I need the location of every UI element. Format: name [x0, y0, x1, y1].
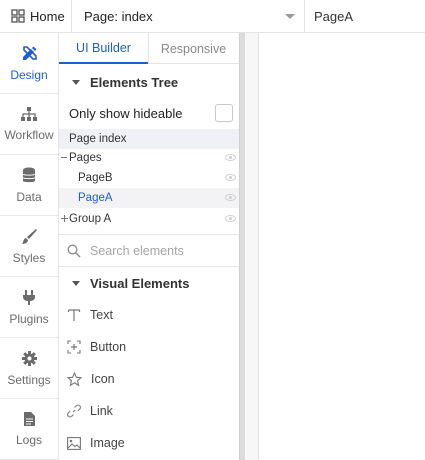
- elements-tree-header[interactable]: Elements Tree: [59, 66, 239, 98]
- element-label: Icon: [91, 372, 115, 386]
- sitemap-icon: [21, 107, 37, 121]
- tree-row-page-index[interactable]: Page index: [59, 129, 239, 149]
- page-select-value: Page: index: [84, 8, 153, 24]
- canvas-page[interactable]: [258, 33, 425, 460]
- button-icon: [67, 340, 81, 354]
- element-link[interactable]: Link: [59, 395, 239, 427]
- image-icon: [67, 436, 81, 450]
- element-label: Button: [90, 340, 127, 354]
- nav-item-label: Plugins: [9, 311, 49, 326]
- elements-tree-title: Elements Tree: [90, 74, 179, 90]
- search-elements: [59, 234, 239, 267]
- nav-item-label: Logs: [15, 433, 43, 447]
- nav-item-label: Workflow: [4, 128, 54, 142]
- tree-row-label: PageB: [78, 172, 113, 184]
- only-show-hideable-row: Only show hideable: [59, 99, 239, 127]
- home-label: Home: [30, 8, 65, 24]
- tab-ui-builder[interactable]: UI Builder: [59, 33, 148, 64]
- text-icon: [67, 309, 81, 321]
- database-icon: [22, 167, 36, 182]
- visual-elements-title: Visual Elements: [90, 275, 190, 291]
- page-select-dropdown[interactable]: Page: index: [72, 0, 305, 33]
- nav-item-workflow[interactable]: Workflow: [0, 94, 58, 155]
- plug-icon: [23, 289, 35, 305]
- nav-item-label: Data: [16, 189, 42, 204]
- nav-item-label: Settings: [7, 372, 51, 387]
- caret-down-icon: [72, 79, 80, 85]
- only-show-hideable-label: Only show hideable: [69, 105, 183, 121]
- design-panel: UI Builder Responsive Elements Tree Only…: [59, 33, 239, 460]
- brush-icon: [21, 228, 37, 244]
- nav-item-settings[interactable]: Settings: [0, 338, 58, 399]
- nav-item-logs[interactable]: Logs: [0, 399, 58, 460]
- nav-item-styles[interactable]: Styles: [0, 216, 58, 277]
- tree-row-label: Page index: [69, 133, 127, 145]
- nav-item-design[interactable]: Design: [0, 33, 58, 94]
- document-icon: [23, 412, 35, 426]
- eye-icon[interactable]: [225, 174, 236, 181]
- caret-down-icon: [72, 280, 80, 286]
- tree-row-label: Pages: [69, 152, 102, 164]
- eye-icon[interactable]: [225, 194, 236, 201]
- expand-icon-stem: [64, 215, 65, 222]
- star-icon: [67, 371, 82, 386]
- element-button[interactable]: Button: [59, 331, 239, 363]
- only-show-hideable-checkbox[interactable]: [215, 104, 233, 122]
- element-label: Link: [90, 404, 113, 418]
- chevron-down-icon: [285, 13, 295, 19]
- gear-icon: [21, 350, 37, 366]
- element-text[interactable]: Text: [59, 299, 239, 331]
- home-button[interactable]: Home: [0, 0, 72, 33]
- element-label: Text: [90, 308, 113, 322]
- current-page-label: PageA: [314, 8, 354, 24]
- collapse-icon[interactable]: [61, 157, 67, 158]
- tree-row-label: Group A: [69, 213, 112, 225]
- eye-icon[interactable]: [225, 215, 236, 222]
- nav-item-data[interactable]: Data: [0, 155, 58, 216]
- search-input[interactable]: [90, 243, 220, 258]
- panel-tabs: UI Builder Responsive: [59, 33, 239, 64]
- element-icon[interactable]: Icon: [59, 363, 239, 395]
- tab-responsive[interactable]: Responsive: [149, 33, 238, 64]
- link-icon: [67, 404, 81, 418]
- tree-row-pageb[interactable]: PageB: [59, 168, 239, 188]
- grid-icon: [11, 9, 25, 23]
- nav-item-label: Design: [10, 67, 48, 82]
- left-nav: Design Workflow Data Styles Plugins Sett…: [0, 33, 59, 460]
- tree-row-group-a[interactable]: Group A: [59, 209, 239, 229]
- visual-elements-header[interactable]: Visual Elements: [59, 267, 239, 299]
- canvas-area: [245, 33, 425, 460]
- element-image[interactable]: Image: [59, 427, 239, 459]
- top-bar: Home Page: index PageA: [0, 0, 425, 33]
- tree-row-label: PageA: [78, 192, 113, 204]
- tree-row-pagea[interactable]: PageA: [59, 188, 239, 208]
- element-label: Image: [90, 436, 125, 450]
- nav-item-label: Styles: [12, 250, 46, 265]
- tree-row-pages[interactable]: Pages: [59, 148, 239, 168]
- pencil-ruler-icon: [22, 45, 37, 60]
- search-icon: [67, 244, 81, 257]
- eye-icon[interactable]: [225, 154, 236, 161]
- nav-item-plugins[interactable]: Plugins: [0, 277, 58, 338]
